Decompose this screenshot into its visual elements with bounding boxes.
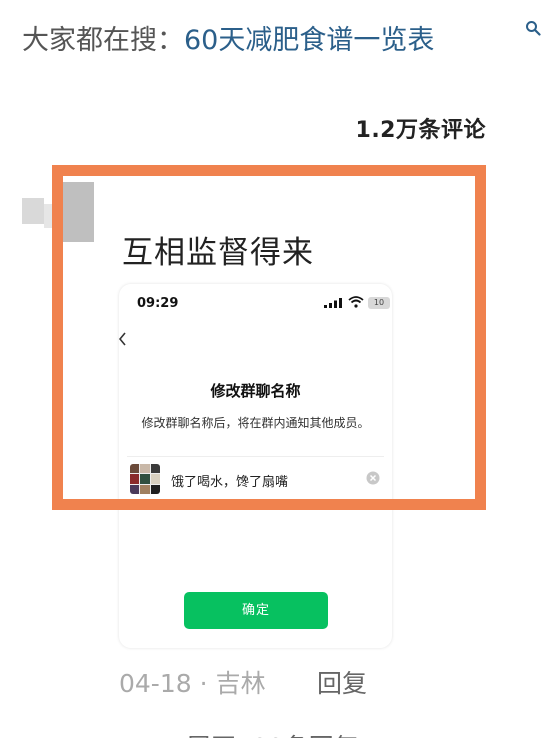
comment-date: 04-18 — [119, 669, 192, 698]
comment-meta: 04-18 · 吉林 — [119, 664, 266, 700]
confirm-button: 确定 — [184, 592, 328, 629]
meta-separator: · — [199, 669, 208, 698]
comment-count: 1.2万条评论 — [355, 118, 486, 143]
reply-button[interactable]: 回复 — [317, 664, 367, 700]
search-suggestion-prefix: 大家都在搜： — [22, 24, 184, 56]
expand-replies-button[interactable]: 展开500条回复 — [186, 728, 359, 738]
comment-location: 吉林 — [215, 669, 266, 698]
highlight-annotation — [52, 165, 486, 510]
search-suggestion[interactable]: 大家都在搜： 60天减肥食谱一览表 — [22, 16, 543, 58]
search-suggestion-query[interactable]: 60天减肥食谱一览表 — [184, 18, 434, 57]
search-icon[interactable] — [525, 20, 541, 36]
